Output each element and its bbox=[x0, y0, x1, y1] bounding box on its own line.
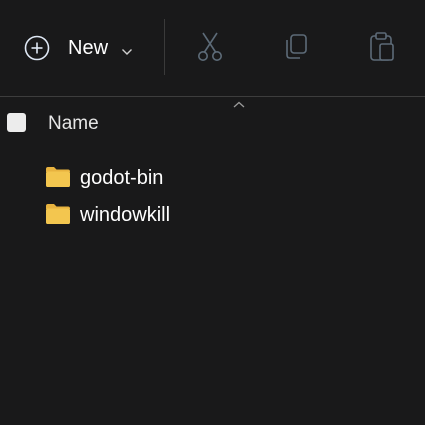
folder-icon bbox=[45, 203, 71, 230]
cut-icon[interactable] bbox=[196, 31, 224, 68]
chevron-down-icon bbox=[121, 43, 133, 61]
command-bar: New bbox=[0, 0, 425, 96]
sort-ascending-icon bbox=[232, 96, 246, 114]
file-row-windowkill[interactable]: windowkill bbox=[40, 198, 300, 232]
name-column-header[interactable]: Name bbox=[48, 112, 99, 136]
folder-icon bbox=[45, 166, 71, 193]
new-button-label: New bbox=[68, 37, 109, 59]
toolbar-divider bbox=[164, 19, 165, 75]
file-name: windowkill bbox=[80, 204, 171, 226]
select-all-checkbox[interactable] bbox=[7, 113, 26, 132]
file-name: godot-bin bbox=[80, 167, 164, 189]
copy-icon[interactable] bbox=[282, 31, 310, 68]
header-divider bbox=[0, 96, 425, 97]
plus-circle-icon bbox=[24, 35, 50, 66]
file-row-godot-bin[interactable]: godot-bin bbox=[40, 161, 300, 195]
paste-icon[interactable] bbox=[367, 31, 397, 68]
new-button[interactable]: New bbox=[20, 28, 145, 68]
